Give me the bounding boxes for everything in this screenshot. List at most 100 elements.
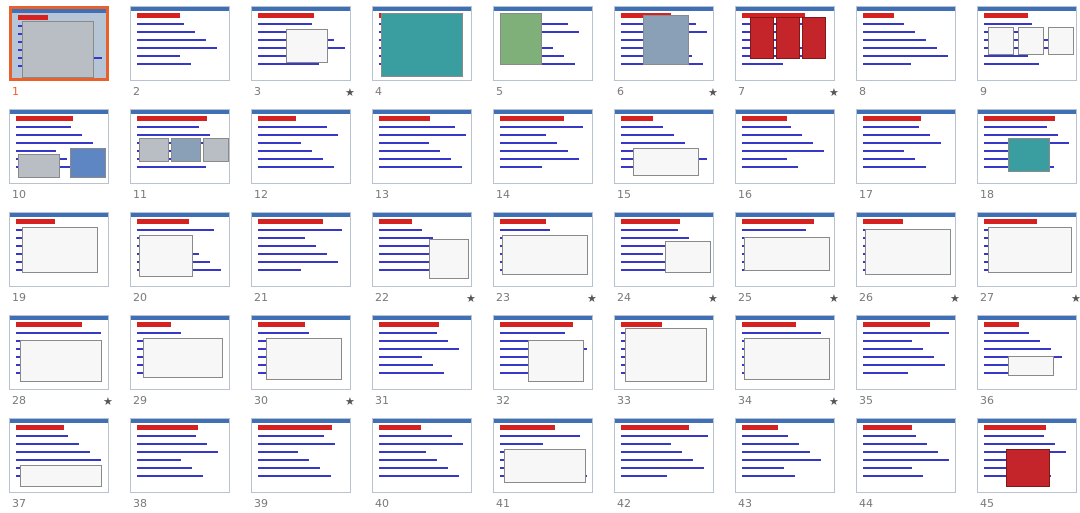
slide-preview[interactable] (130, 212, 230, 287)
slide-preview[interactable] (372, 109, 472, 184)
slide-thumbnail-30[interactable]: 30 ★ (251, 315, 359, 410)
slide-thumbnail-32[interactable]: 32 (493, 315, 601, 410)
slide-thumbnail-45[interactable]: 45 (977, 418, 1080, 513)
slide-preview[interactable] (614, 212, 714, 287)
slide-preview[interactable] (614, 109, 714, 184)
slide-thumbnail-17[interactable]: 17 (856, 109, 964, 204)
animation-star-icon[interactable]: ★ (950, 292, 960, 305)
slide-thumbnail-26[interactable]: 26 ★ (856, 212, 964, 307)
animation-star-icon[interactable]: ★ (829, 86, 839, 99)
slide-preview[interactable] (735, 109, 835, 184)
slide-thumbnail-23[interactable]: 23 ★ (493, 212, 601, 307)
slide-thumbnail-8[interactable]: 8 (856, 6, 964, 101)
slide-thumbnail-44[interactable]: 44 (856, 418, 964, 513)
animation-star-icon[interactable]: ★ (103, 395, 113, 408)
slide-thumbnail-18[interactable]: 18 (977, 109, 1080, 204)
slide-preview[interactable] (735, 212, 835, 287)
slide-thumbnail-41[interactable]: 41 (493, 418, 601, 513)
slide-thumbnail-2[interactable]: 2 (130, 6, 238, 101)
slide-preview[interactable] (493, 418, 593, 493)
slide-preview[interactable] (493, 315, 593, 390)
slide-thumbnail-9[interactable]: 9 (977, 6, 1080, 101)
slide-preview[interactable] (856, 109, 956, 184)
slide-preview[interactable] (856, 6, 956, 81)
slide-preview[interactable] (130, 6, 230, 81)
slide-preview[interactable] (856, 418, 956, 493)
slide-preview[interactable] (9, 6, 109, 81)
slide-thumbnail-37[interactable]: 37 (9, 418, 117, 513)
animation-star-icon[interactable]: ★ (466, 292, 476, 305)
slide-thumbnail-4[interactable]: 4 (372, 6, 480, 101)
slide-preview[interactable] (614, 315, 714, 390)
slide-thumbnail-7[interactable]: 7 ★ (735, 6, 843, 101)
slide-thumbnail-25[interactable]: 25 ★ (735, 212, 843, 307)
slide-thumbnail-28[interactable]: 28 ★ (9, 315, 117, 410)
slide-preview[interactable] (9, 418, 109, 493)
slide-thumbnail-11[interactable]: 11 (130, 109, 238, 204)
slide-preview[interactable] (977, 109, 1077, 184)
slide-preview[interactable] (372, 315, 472, 390)
animation-star-icon[interactable]: ★ (708, 292, 718, 305)
slide-preview[interactable] (614, 6, 714, 81)
slide-thumbnail-27[interactable]: 27 ★ (977, 212, 1080, 307)
slide-preview[interactable] (372, 418, 472, 493)
animation-star-icon[interactable]: ★ (587, 292, 597, 305)
slide-preview[interactable] (9, 212, 109, 287)
slide-thumbnail-5[interactable]: 5 (493, 6, 601, 101)
slide-preview[interactable] (251, 418, 351, 493)
slide-preview[interactable] (130, 315, 230, 390)
animation-star-icon[interactable]: ★ (829, 292, 839, 305)
slide-thumbnail-33[interactable]: 33 (614, 315, 722, 410)
slide-thumbnail-15[interactable]: 15 (614, 109, 722, 204)
slide-preview[interactable] (735, 315, 835, 390)
slide-preview[interactable] (493, 6, 593, 81)
slide-preview[interactable] (9, 315, 109, 390)
slide-thumbnail-43[interactable]: 43 (735, 418, 843, 513)
animation-star-icon[interactable]: ★ (829, 395, 839, 408)
slide-thumbnail-10[interactable]: 10 (9, 109, 117, 204)
slide-thumbnail-14[interactable]: 14 (493, 109, 601, 204)
slide-preview[interactable] (251, 315, 351, 390)
slide-preview[interactable] (856, 315, 956, 390)
slide-thumbnail-12[interactable]: 12 (251, 109, 359, 204)
slide-preview[interactable] (735, 6, 835, 81)
slide-preview[interactable] (130, 109, 230, 184)
slide-thumbnail-19[interactable]: 19 (9, 212, 117, 307)
slide-thumbnail-35[interactable]: 35 (856, 315, 964, 410)
slide-thumbnail-38[interactable]: 38 (130, 418, 238, 513)
slide-thumbnail-16[interactable]: 16 (735, 109, 843, 204)
slide-thumbnail-24[interactable]: 24 ★ (614, 212, 722, 307)
slide-thumbnail-36[interactable]: 36 (977, 315, 1080, 410)
slide-preview[interactable] (977, 418, 1077, 493)
slide-thumbnail-21[interactable]: 21 (251, 212, 359, 307)
slide-preview[interactable] (977, 212, 1077, 287)
slide-preview[interactable] (493, 212, 593, 287)
slide-thumbnail-31[interactable]: 31 (372, 315, 480, 410)
slide-thumbnail-20[interactable]: 20 (130, 212, 238, 307)
slide-thumbnail-13[interactable]: 13 (372, 109, 480, 204)
slide-thumbnail-40[interactable]: 40 (372, 418, 480, 513)
slide-preview[interactable] (493, 109, 593, 184)
slide-preview[interactable] (977, 315, 1077, 390)
slide-preview[interactable] (614, 418, 714, 493)
animation-star-icon[interactable]: ★ (345, 86, 355, 99)
slide-thumbnail-39[interactable]: 39 (251, 418, 359, 513)
slide-thumbnail-1[interactable]: 1 (9, 6, 117, 101)
slide-preview[interactable] (251, 212, 351, 287)
slide-preview[interactable] (977, 6, 1077, 81)
slide-preview[interactable] (251, 109, 351, 184)
slide-preview[interactable] (735, 418, 835, 493)
slide-thumbnail-29[interactable]: 29 (130, 315, 238, 410)
slide-thumbnail-42[interactable]: 42 (614, 418, 722, 513)
slide-thumbnail-3[interactable]: 3 ★ (251, 6, 359, 101)
animation-star-icon[interactable]: ★ (345, 395, 355, 408)
slide-preview[interactable] (372, 212, 472, 287)
animation-star-icon[interactable]: ★ (708, 86, 718, 99)
animation-star-icon[interactable]: ★ (1071, 292, 1080, 305)
slide-thumbnail-34[interactable]: 34 ★ (735, 315, 843, 410)
slide-thumbnail-22[interactable]: 22 ★ (372, 212, 480, 307)
slide-preview[interactable] (130, 418, 230, 493)
slide-preview[interactable] (856, 212, 956, 287)
slide-preview[interactable] (9, 109, 109, 184)
slide-thumbnail-6[interactable]: 6 ★ (614, 6, 722, 101)
